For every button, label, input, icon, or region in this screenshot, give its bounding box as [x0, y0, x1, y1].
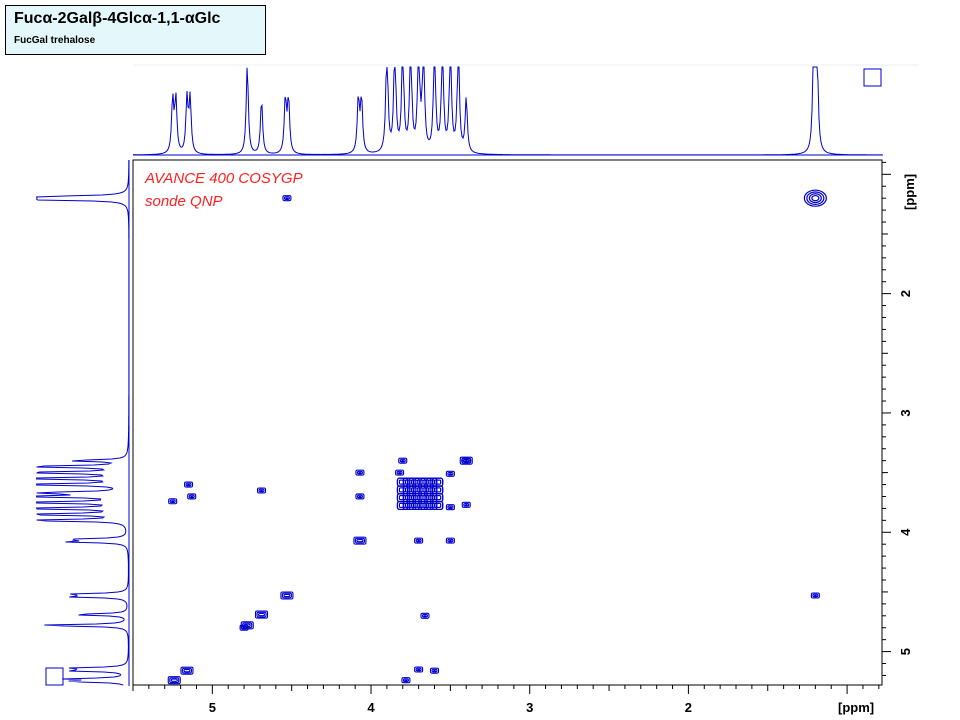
top-projection-trace	[133, 66, 882, 156]
top-projection	[133, 66, 882, 156]
x-tick-label: 5	[209, 700, 216, 715]
annotation-probe: sonde QNP	[145, 193, 223, 210]
x-axis-label: [ppm]	[838, 700, 874, 715]
y-tick-label: 4	[898, 528, 913, 536]
x-tick-label: 2	[685, 700, 692, 715]
plot-frame	[132, 159, 883, 686]
bottom-left-marker-box	[45, 667, 64, 686]
y-axis-ticks: 2 3 4 5	[882, 161, 913, 676]
y-tick-label: 2	[898, 290, 913, 297]
top-right-marker-box	[863, 68, 882, 87]
annotation-spectrometer: AVANCE 400 COSYGP	[144, 170, 303, 187]
cosy-plot: AVANCE 400 COSYGP sonde QNP [ppm] [ppm] …	[35, 64, 918, 715]
y-axis-label: [ppm]	[902, 174, 917, 210]
x-tick-label: 4	[367, 700, 375, 715]
x-axis-ticks: 5 4 3 2	[132, 685, 880, 715]
left-projection	[35, 160, 130, 686]
y-tick-label: 3	[898, 409, 913, 416]
x-tick-label: 3	[526, 700, 533, 715]
y-tick-label: 5	[898, 648, 913, 655]
left-projection-trace	[35, 160, 130, 686]
